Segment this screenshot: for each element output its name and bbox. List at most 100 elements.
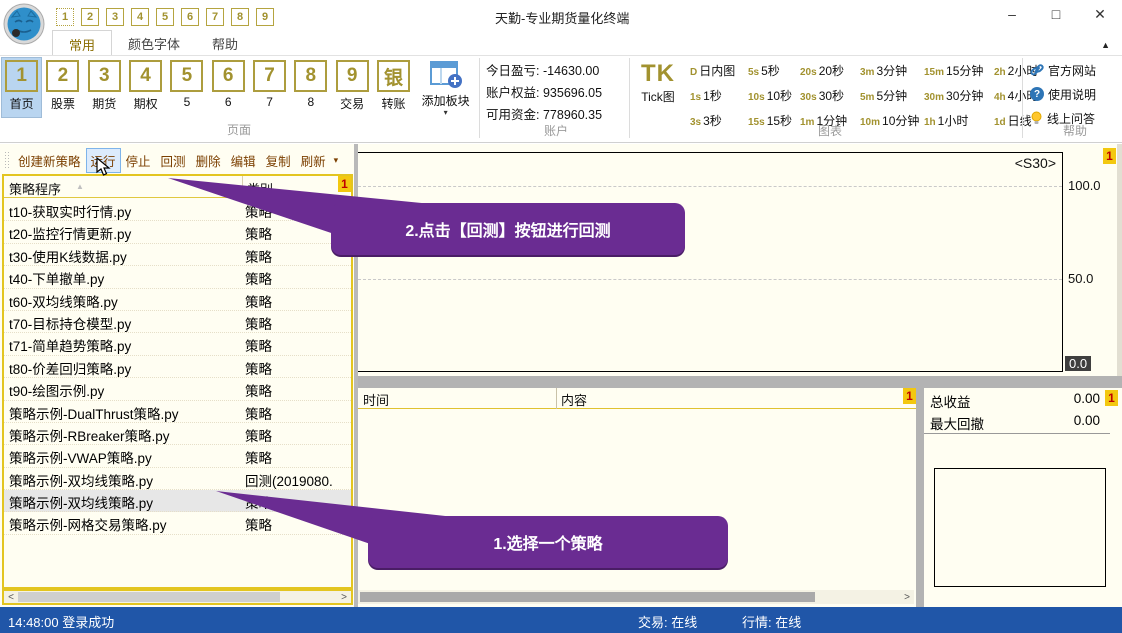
strategy-type: 策略 — [245, 201, 272, 221]
close-button[interactable]: ✕ — [1078, 0, 1122, 28]
vertical-splitter[interactable] — [916, 388, 924, 607]
log-hscrollbar[interactable]: > — [358, 590, 914, 604]
quick-tab-7[interactable]: 7 — [206, 8, 224, 26]
tf-prefix: 2h — [994, 67, 1006, 78]
column-divider[interactable] — [556, 388, 557, 409]
timeframe-1s[interactable]: 1s1秒 — [690, 87, 748, 104]
page-button-num: 1 — [5, 60, 38, 92]
timeframe-30s[interactable]: 30s30秒 — [800, 87, 860, 104]
strategy-row[interactable]: 策略示例-DualThrust策略.py策略 — [4, 401, 351, 423]
page-button-6[interactable]: 6 6 — [209, 58, 248, 117]
timeframe-5s[interactable]: 5s5秒 — [748, 62, 800, 79]
page-button-bank-transfer[interactable]: 银 转账 — [374, 58, 413, 117]
official-website-link[interactable]: 官方网站 — [1030, 58, 1120, 82]
quote-status: 行情: 在线 — [742, 612, 801, 631]
scroll-thumb[interactable] — [18, 592, 280, 602]
ribbon-group-pages: 1 首页 2 股票 3 期货 4 期权 5 5 — [2, 58, 476, 141]
timeframe-daily-intraday[interactable]: D日内图 — [690, 62, 748, 79]
tf-prefix: 10s — [748, 92, 765, 103]
page-button-label: 股票 — [51, 95, 75, 112]
scroll-right-icon[interactable]: > — [337, 592, 351, 603]
column-header-content[interactable]: 内容 — [561, 390, 587, 409]
strategy-row[interactable]: t60-双均线策略.py策略 — [4, 289, 351, 311]
copy-button[interactable]: 复制 — [262, 149, 295, 172]
page-button-stock[interactable]: 2 股票 — [43, 58, 82, 117]
page-button-futures[interactable]: 3 期货 — [85, 58, 124, 117]
max-drawdown-value: 0.00 — [1074, 413, 1100, 428]
strategy-type: 策略 — [245, 380, 272, 400]
delete-button[interactable]: 删除 — [192, 149, 225, 172]
page-button-8[interactable]: 8 8 — [291, 58, 330, 117]
panel-badge: 1 — [903, 388, 916, 404]
quick-tab-3[interactable]: 3 — [106, 8, 124, 26]
timeframe-3m[interactable]: 3m3分钟 — [860, 62, 924, 79]
quick-tab-1[interactable]: 1 — [56, 8, 74, 26]
app-logo-icon[interactable] — [3, 3, 45, 45]
strategy-row[interactable]: t30-使用K线数据.py策略 — [4, 244, 351, 266]
edit-button[interactable]: 编辑 — [227, 149, 260, 172]
stop-button[interactable]: 停止 — [122, 149, 155, 172]
toolbar-overflow-icon[interactable]: ▾ — [334, 155, 339, 166]
page-button-options[interactable]: 4 期权 — [126, 58, 165, 117]
add-panel-button[interactable]: 添加板块 ▾ — [415, 58, 476, 117]
user-guide-link[interactable]: ? 使用说明 — [1030, 82, 1120, 106]
chart-plot-area[interactable]: <S30> — [358, 152, 1063, 372]
quick-tab-9[interactable]: 9 — [256, 8, 274, 26]
page-button-home[interactable]: 1 首页 — [2, 58, 41, 117]
timeframe-20s[interactable]: 20s20秒 — [800, 62, 860, 79]
tick-chart-glyph: TK — [632, 60, 684, 88]
timeframe-5m[interactable]: 5m5分钟 — [860, 87, 924, 104]
timeframe-30m[interactable]: 30m30分钟 — [924, 87, 994, 104]
strategy-row[interactable]: t20-监控行情更新.py策略 — [4, 221, 351, 243]
ribbon-tab-colorfont[interactable]: 颜色字体 — [112, 30, 196, 56]
ribbon-tab-common[interactable]: 常用 — [52, 30, 112, 56]
backtest-button[interactable]: 回测 — [157, 149, 190, 172]
strategy-name: 策略示例-DualThrust策略.py — [9, 403, 179, 423]
column-header-type[interactable]: 类别 — [247, 179, 273, 198]
maximize-button[interactable]: □ — [1034, 0, 1078, 28]
timeframe-15m[interactable]: 15m15分钟 — [924, 62, 994, 79]
strategy-row[interactable]: t70-目标持仓模型.py策略 — [4, 311, 351, 333]
strategy-row[interactable]: t10-获取实时行情.py策略 — [4, 199, 351, 221]
quick-tab-2[interactable]: 2 — [81, 8, 99, 26]
chart-scrollbar-lane[interactable] — [1117, 144, 1122, 376]
strategy-row[interactable]: 策略示例-双均线策略.py回测(2019080. — [4, 468, 351, 490]
column-header-time[interactable]: 时间 — [363, 390, 389, 409]
mouse-cursor-icon — [96, 157, 114, 177]
scroll-left-icon[interactable]: < — [4, 592, 18, 603]
scroll-right-icon[interactable]: > — [900, 592, 914, 603]
strategy-row[interactable]: t80-价差回归策略.py策略 — [4, 356, 351, 378]
tf-prefix: 3m — [860, 67, 874, 78]
page-button-7[interactable]: 7 7 — [250, 58, 289, 117]
strategy-row-selected[interactable]: 策略示例-双均线策略.py策略 — [4, 490, 351, 512]
strategy-row[interactable]: t90-绘图示例.py策略 — [4, 378, 351, 400]
strategy-row[interactable]: 策略示例-VWAP策略.py策略 — [4, 445, 351, 467]
horizontal-splitter[interactable] — [358, 376, 1122, 388]
refresh-button[interactable]: 刷新 — [297, 149, 330, 172]
tick-chart-button[interactable]: TK Tick图 — [632, 60, 684, 105]
quick-tab-5[interactable]: 5 — [156, 8, 174, 26]
page-button-5[interactable]: 5 5 — [167, 58, 206, 117]
quick-tab-6[interactable]: 6 — [181, 8, 199, 26]
toolbar-gripper[interactable] — [4, 151, 9, 169]
quick-tab-8[interactable]: 8 — [231, 8, 249, 26]
column-header-name[interactable]: 策略程序 — [9, 179, 61, 198]
timeframe-10s[interactable]: 10s10秒 — [748, 87, 800, 104]
column-divider[interactable] — [242, 176, 243, 198]
page-button-trade[interactable]: 9 交易 — [333, 58, 372, 117]
strategy-list-header: 策略程序 ▲ 类别 1 — [4, 176, 351, 198]
gridline-50 — [358, 279, 1062, 280]
strategy-name: t40-下单撤单.py — [9, 268, 104, 288]
minimize-button[interactable]: – — [990, 0, 1034, 28]
quick-tab-4[interactable]: 4 — [131, 8, 149, 26]
ribbon-tab-help[interactable]: 帮助 — [196, 30, 254, 56]
strategy-row[interactable]: 策略示例-RBreaker策略.py策略 — [4, 423, 351, 445]
tf-label: 日线 — [1008, 114, 1032, 128]
create-strategy-button[interactable]: 创建新策略 — [14, 149, 85, 172]
strategy-row[interactable]: t71-简单趋势策略.py策略 — [4, 333, 351, 355]
strategy-hscrollbar[interactable]: < > — [2, 589, 353, 605]
scroll-thumb[interactable] — [360, 592, 815, 602]
strategy-row[interactable]: 策略示例-网格交易策略.py策略 — [4, 512, 351, 534]
strategy-row[interactable]: t40-下单撤单.py策略 — [4, 266, 351, 288]
ribbon-collapse-icon[interactable]: ▲ — [1101, 40, 1110, 50]
